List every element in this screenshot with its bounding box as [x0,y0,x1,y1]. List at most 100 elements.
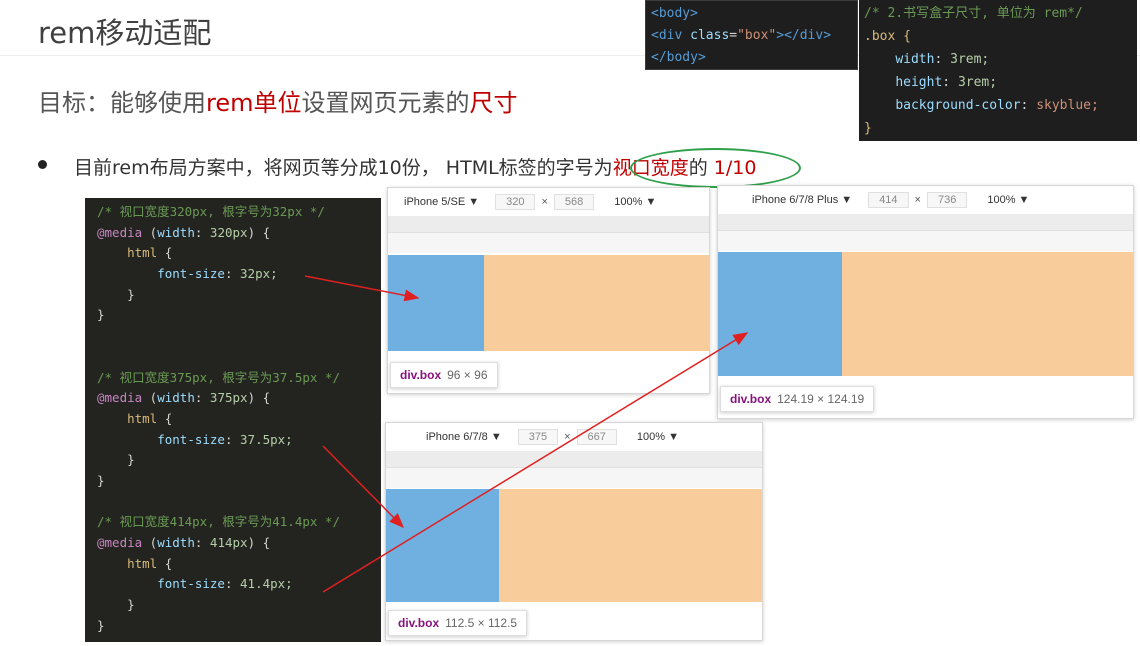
code-num: 3 [950,52,958,67]
device-select[interactable]: iPhone 6/7/8 Plus ▼ [752,194,852,206]
goal-em-rem: rem单位 [206,89,302,117]
height-input[interactable]: 667 [576,429,617,445]
element-tooltip: div.box 96 × 96 [390,362,498,388]
code-at-rule: @media [97,535,143,550]
code-line: } [864,117,1132,140]
code-brace: { [164,555,173,571]
code-num: 320px [209,224,248,240]
code-line: font-size: 32px; [157,266,278,282]
code-token: ></div> [776,28,832,43]
tooltip-tag: div.box [730,392,772,406]
code-value: skyblue; [1036,98,1099,113]
zoom-select[interactable]: 100% ▼ [987,194,1029,206]
device-toolbar: iPhone 5/SE ▼ 320 × 568 100% ▼ [388,188,709,216]
code-prop: width [895,52,935,67]
code-line: } [97,616,369,637]
code-num: 37.5px; [240,431,293,447]
code-brace: { [262,535,271,550]
width-input[interactable]: 414 [868,192,909,208]
media-ruler [386,468,762,488]
code-line: <body> [651,3,852,25]
code-brace: } [864,121,872,136]
html-code-snippet: <body> <div class="box"></div> </body> [645,0,858,70]
code-at-rule: @media [97,390,143,406]
margin-overlay [842,252,1133,376]
zoom-select[interactable]: 100% ▼ [637,431,679,443]
code-num: 32px; [240,266,278,282]
width-input[interactable]: 320 [495,194,536,210]
device-name: iPhone 5/SE [404,196,466,208]
goal-em-size: 尺寸 [469,89,518,117]
width-input[interactable]: 375 [517,429,559,445]
tooltip-tag: div.box [398,616,440,630]
device-toolbar: iPhone 6/7/8 Plus ▼ 414 × 736 100% ▼ [718,186,1133,214]
code-brace: { [262,390,271,406]
device-name: iPhone 6/7/8 Plus [752,194,839,206]
margin-overlay [499,489,762,602]
code-token: "box" [737,28,777,43]
css-code-snippet: /* 2.书写盒子尺寸, 单位为 rem*/ .box { width: 3re… [859,0,1137,141]
code-line: font-size: 41.4px; [157,576,293,592]
code-token: class [690,28,730,43]
code-line: } [97,305,369,326]
box-element[interactable] [386,489,499,602]
code-brace: { [262,224,271,240]
code-line: width: 3rem; [895,52,990,67]
code-comment: /* 视口宽度414px, 根字号为41.4px */ [97,514,340,530]
code-prop: width [157,224,195,240]
code-num: 375px [209,390,248,406]
code-comment: /* 2.书写盒子尺寸, 单位为 rem*/ [864,6,1083,21]
box-element[interactable] [718,252,842,376]
code-line: } [97,471,369,492]
times-icon: × [564,431,571,443]
height-input[interactable]: 568 [553,194,595,210]
code-brace: } [127,597,135,613]
goal-mid: 设置网页元素的 [301,89,470,117]
media-ruler [718,214,1133,231]
box-element[interactable] [388,255,484,351]
goal-text: 目标：能够使用rem单位设置网页元素的尺寸 [38,83,517,118]
code-brace: } [97,617,105,633]
code-brace: } [127,452,135,468]
code-brace: } [97,307,105,323]
code-token: </body> [651,50,706,65]
code-unit: rem; [957,52,990,67]
device-name: iPhone 6/7/8 [426,431,488,443]
code-token: = [729,28,738,43]
code-num: 414px [209,535,248,550]
code-line: @media (width: 414px) { [97,535,271,550]
code-prop: height [895,75,943,90]
media-ruler [388,216,709,233]
device-toolbar: iPhone 6/7/8 ▼ 375 × 667 100% ▼ [386,423,762,451]
media-ruler [718,231,1133,251]
code-line: .box { [864,25,1132,48]
goal-prefix: 目标：能够使用 [38,89,206,117]
device-select[interactable]: iPhone 6/7/8 ▼ [426,431,502,443]
device-panel-iphone-se: iPhone 5/SE ▼ 320 × 568 100% ▼ div.box 96… [387,187,710,394]
code-line: /* 视口宽度375px, 根字号为37.5px */ [97,368,369,389]
times-icon: × [541,196,548,208]
code-line: /* 视口宽度320px, 根字号为32px */ [97,202,369,223]
code-line: @media (width: 375px) { [97,390,271,406]
code-line: height: 3rem; [895,75,998,90]
highlight-oval [630,148,801,188]
code-prop: font-size [157,266,225,282]
device-select[interactable]: iPhone 5/SE ▼ [404,196,479,208]
code-selector: html [127,410,158,426]
code-line: @media (width: 320px) { [97,224,271,240]
code-brace: } [127,286,135,302]
media-ruler [386,451,762,468]
media-ruler [388,233,709,253]
zoom-value: 100% [987,194,1016,206]
code-selector: html [127,555,158,571]
tooltip-dimensions: 96 × 96 [447,368,488,382]
zoom-select[interactable]: 100% ▼ [614,196,656,208]
code-line: } [97,595,369,616]
times-icon: × [914,194,921,206]
height-input[interactable]: 736 [926,192,968,208]
device-panel-iphone-678: iPhone 6/7/8 ▼ 375 × 667 100% ▼ div.box 1… [385,422,763,641]
code-prop: background-color [895,98,1021,113]
media-query-code: /* 视口宽度320px, 根字号为32px */ @media (width:… [85,198,381,642]
